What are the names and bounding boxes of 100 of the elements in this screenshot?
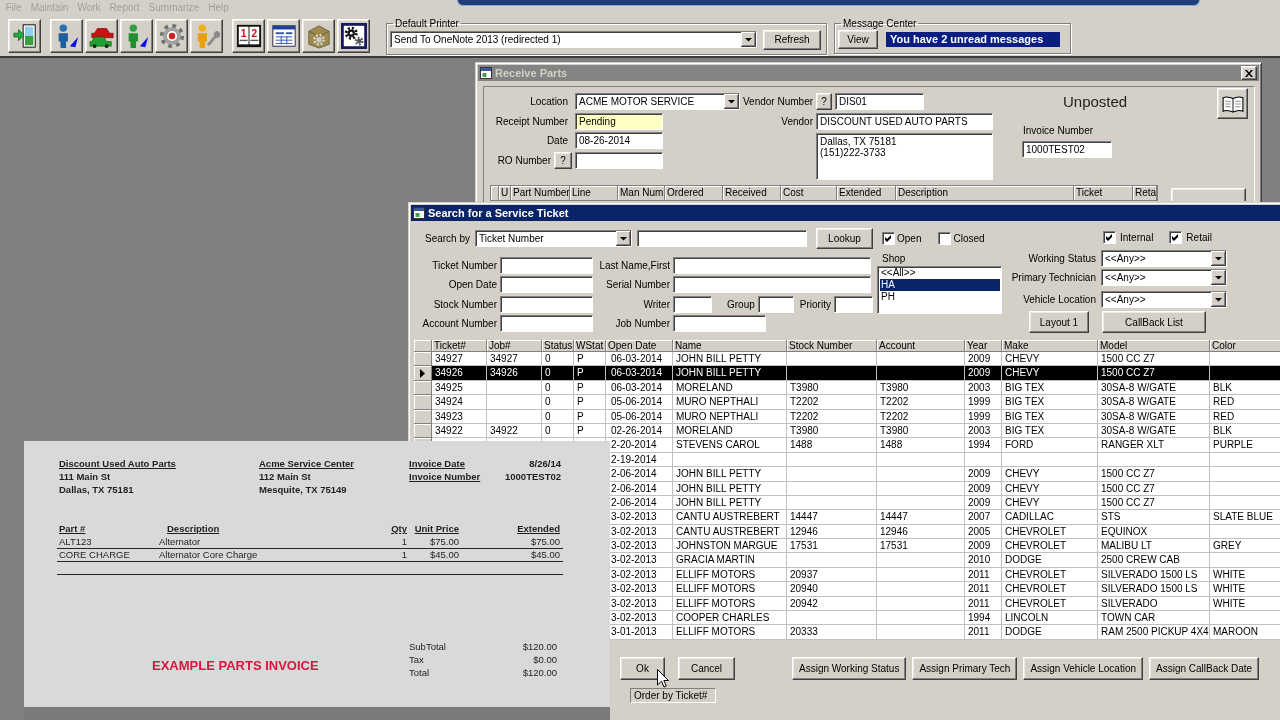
primary-technician-dropdown[interactable]: <<Any>> <box>1101 269 1227 286</box>
dropdown-arrow-icon[interactable] <box>616 231 631 246</box>
column-header[interactable]: Ordered <box>665 186 723 200</box>
column-header[interactable]: Color <box>1210 340 1280 352</box>
vendor-field[interactable]: DISCOUNT USED AUTO PARTS <box>816 113 993 130</box>
assign-vehicle-location-button[interactable]: Assign Vehicle Location <box>1023 656 1143 680</box>
panel-button[interactable] <box>1171 188 1246 201</box>
book-button[interactable] <box>1217 88 1248 119</box>
dropdown-arrow-icon[interactable] <box>724 94 739 109</box>
cancel-button[interactable]: Cancel <box>678 656 735 680</box>
working-status-dropdown[interactable]: <<Any>> <box>1101 250 1227 267</box>
location-dropdown[interactable]: ACME MOTOR SERVICE <box>575 93 740 110</box>
search-by-dropdown[interactable]: Ticket Number <box>475 230 632 247</box>
list-item[interactable]: HA <box>880 279 1000 291</box>
assign-working-status-button[interactable]: Assign Working Status <box>792 656 907 680</box>
group-title: Default Printer <box>394 17 460 29</box>
column-header[interactable]: Open Date <box>606 340 673 352</box>
column-header[interactable]: Name <box>673 340 787 352</box>
toolbar-button[interactable] <box>120 19 153 53</box>
column-header[interactable]: Make <box>1002 340 1098 352</box>
checkbox[interactable] <box>938 232 952 245</box>
ticket-number-field[interactable] <box>500 257 593 274</box>
vendor-lookup-button[interactable]: ? <box>816 93 832 110</box>
vendor-number-field[interactable]: DIS01 <box>835 93 924 110</box>
open-date-field[interactable] <box>500 276 593 294</box>
last-name-field[interactable] <box>673 257 871 274</box>
toolbar-button[interactable] <box>190 19 223 53</box>
toolbar-button[interactable] <box>50 19 83 53</box>
table-cell-text: $75.00 <box>428 536 460 548</box>
table-cell: GRACIA MARTIN <box>673 553 787 568</box>
column-header[interactable]: WStat <box>574 340 606 352</box>
column-header[interactable]: Line <box>570 186 618 200</box>
column-header[interactable]: Received <box>723 186 781 200</box>
table-row[interactable]: 34924 0 P 05-06-2014 MURO NEPTHALI T2202 T2202 1999 BIG TEX 30SA-8 W/GATE RED <box>414 395 1280 410</box>
toolbar-button[interactable] <box>267 19 300 53</box>
ok-button[interactable]: Ok <box>620 656 665 680</box>
toolbar-button[interactable] <box>302 19 335 53</box>
toolbar-button[interactable] <box>155 19 188 53</box>
assign-callback-date-button[interactable]: Assign CallBack Date <box>1149 656 1260 680</box>
column-header[interactable]: Job# <box>487 340 542 352</box>
column-header[interactable]: Reta <box>1133 186 1157 200</box>
date-field[interactable]: 08-26-2014 <box>575 132 663 150</box>
checkbox[interactable] <box>1169 231 1183 244</box>
column-header[interactable]: Stock Number <box>787 340 877 352</box>
column-header[interactable]: U <box>499 186 511 200</box>
column-header[interactable]: Model <box>1098 340 1210 352</box>
toolbar-button[interactable] <box>8 19 41 53</box>
list-item[interactable]: PH <box>880 291 1000 303</box>
list-item[interactable]: <<All>> <box>880 267 1000 279</box>
account-number-field[interactable] <box>500 314 593 332</box>
table-row[interactable]: 34927 34927 0 P 06-03-2014 JOHN BILL PETTY 2009 CHEVY 1500 CC Z7 <box>414 352 1280 367</box>
refresh-button[interactable]: Refresh <box>763 29 821 50</box>
printer-dropdown[interactable]: Send To OneNote 2013 (redirected 1) <box>390 31 757 48</box>
dropdown-arrow-icon[interactable] <box>741 32 756 47</box>
column-header[interactable]: Part Number <box>511 186 570 200</box>
dropdown-arrow-icon[interactable] <box>1211 251 1226 266</box>
group-field[interactable] <box>757 295 794 313</box>
table-cell: 2500 CREW CAB <box>1098 553 1210 568</box>
view-button[interactable]: View <box>838 30 878 49</box>
stock-number-field[interactable] <box>500 295 593 313</box>
receipt-number-field[interactable]: Pending <box>575 112 663 130</box>
assign-primary-tech-button[interactable]: Assign Primary Tech <box>912 656 1018 680</box>
priority-field[interactable] <box>833 295 873 313</box>
column-header[interactable]: Cost <box>781 186 837 200</box>
checkbox-label[interactable]: Internal <box>1120 232 1154 243</box>
lookup-button[interactable]: Lookup <box>816 228 873 249</box>
invoice-number-field[interactable]: 1000TEST02 <box>1022 141 1112 158</box>
writer-field[interactable] <box>673 295 712 313</box>
toolbar-button[interactable] <box>85 19 118 53</box>
table-cell: T2202 <box>877 395 965 410</box>
shop-list[interactable]: <<All>> HA PH <box>877 266 1002 314</box>
vehicle-location-dropdown[interactable]: <<Any>> <box>1101 291 1227 308</box>
table-cell: 1994 <box>965 438 1002 453</box>
table-row[interactable]: 34926 34926 0 P 06-03-2014 JOHN BILL PETTY 2009 CHEVY 1500 CC Z7 <box>414 366 1280 381</box>
dropdown-arrow-icon[interactable] <box>1211 270 1226 285</box>
checkbox[interactable] <box>1103 231 1116 244</box>
column-header[interactable]: Account <box>877 340 965 352</box>
column-header[interactable]: Ticket <box>1074 186 1133 200</box>
column-header[interactable]: Ticket# <box>432 340 487 352</box>
column-header[interactable]: Extended <box>837 186 896 200</box>
dropdown-arrow-icon[interactable] <box>1211 292 1226 307</box>
column-header[interactable]: Year <box>965 340 1002 352</box>
close-button[interactable] <box>1241 66 1257 80</box>
serial-number-field[interactable] <box>673 276 871 294</box>
column-header[interactable]: Status <box>542 340 574 352</box>
layout-button[interactable]: Layout 1 <box>1029 311 1089 333</box>
column-header[interactable]: Man Num <box>618 186 665 200</box>
job-number-field[interactable] <box>673 315 766 333</box>
checkbox-label[interactable]: Retail <box>1186 232 1212 243</box>
ro-lookup-button[interactable]: ? <box>554 152 572 170</box>
callback-list-button[interactable]: CallBack List <box>1102 311 1206 333</box>
vendor-address-field[interactable]: Dallas, TX 75181 (151)222-3733 <box>816 133 993 180</box>
checkbox-label[interactable]: Closed <box>953 233 985 244</box>
column-header[interactable]: Description <box>896 186 1074 200</box>
search-field[interactable] <box>637 230 807 247</box>
table-cell: BIG TEX <box>1002 395 1098 410</box>
ro-number-field[interactable] <box>575 152 663 170</box>
checkbox[interactable] <box>882 232 895 245</box>
checkbox-label[interactable]: Open <box>897 233 922 244</box>
toolbar-button[interactable] <box>337 19 370 53</box>
